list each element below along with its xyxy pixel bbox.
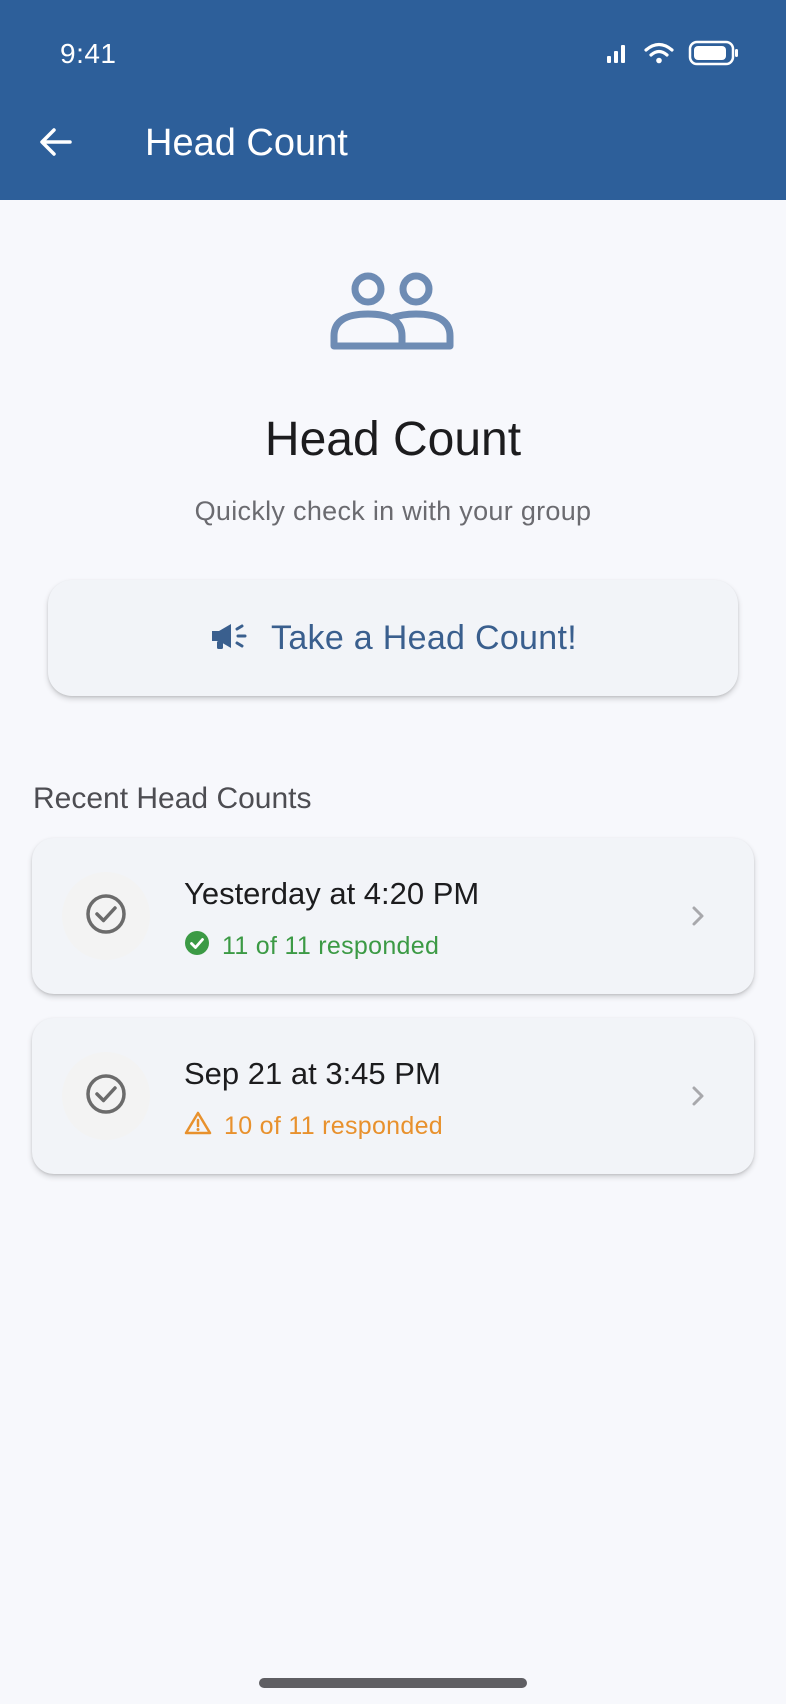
avatar [62, 872, 150, 960]
signal-icon [606, 42, 630, 69]
check-circle-icon [184, 930, 210, 963]
battery-icon [688, 40, 740, 71]
check-circle-outline-icon [84, 1072, 128, 1121]
back-button[interactable] [30, 118, 82, 170]
recent-section-title: Recent Head Counts [33, 782, 312, 815]
response-count: 11 of 11 responded [222, 932, 440, 960]
take-head-count-button[interactable]: Take a Head Count! [48, 580, 738, 696]
arrow-left-icon [38, 126, 74, 163]
chevron-right-icon [682, 900, 714, 932]
status-badge: 11 of 11 responded [184, 930, 439, 963]
people-icon [330, 272, 456, 352]
wifi-icon [644, 42, 674, 69]
status-time: 9:41 [60, 38, 117, 69]
home-indicator[interactable] [259, 1678, 527, 1688]
head-count-card[interactable]: Sep 21 at 3:45 PM 10 of 11 responded [32, 1018, 754, 1174]
status-icons [606, 40, 740, 71]
response-count: 10 of 11 responded [224, 1112, 443, 1140]
head-count-time: Yesterday at 4:20 PM [184, 876, 480, 911]
app-bar: 9:41 Head Count [0, 0, 786, 200]
page-title: Head Count [264, 413, 522, 466]
chevron-right-icon [682, 1080, 714, 1112]
head-count-time: Sep 21 at 3:45 PM [184, 1056, 441, 1091]
check-circle-outline-icon [84, 892, 128, 941]
megaphone-icon [209, 620, 251, 657]
take-head-count-label: Take a Head Count! [271, 618, 577, 657]
app-bar-title: Head Count [145, 122, 348, 164]
status-badge: 10 of 11 responded [184, 1110, 443, 1143]
page-subtitle: Quickly check in with your group [194, 496, 592, 526]
head-count-card[interactable]: Yesterday at 4:20 PM 11 of 11 responded [32, 838, 754, 994]
warning-triangle-icon [184, 1110, 212, 1143]
avatar [62, 1052, 150, 1140]
